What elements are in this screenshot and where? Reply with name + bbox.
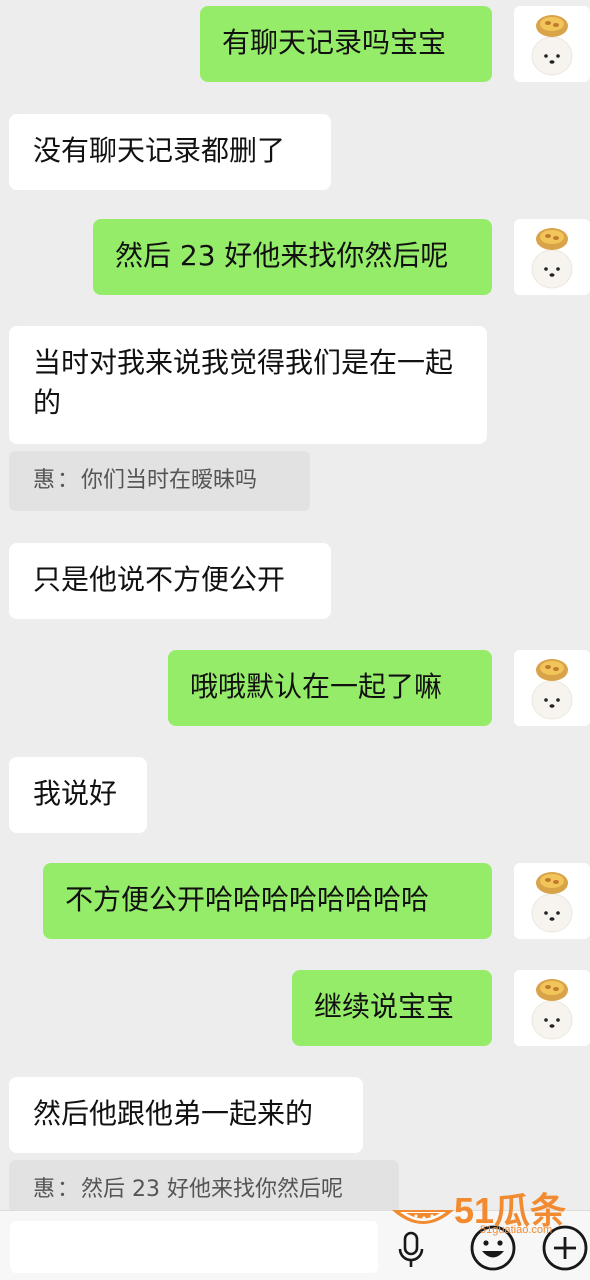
quoted-message[interactable]: 惠：然后 23 好他来找你然后呢 bbox=[9, 1160, 399, 1210]
message-text: 只是他说不方便公开 bbox=[33, 563, 286, 596]
message-text: 然后他跟他弟一起来的 bbox=[33, 1097, 314, 1130]
dog-avatar-icon bbox=[514, 650, 590, 726]
quote-separator: ： bbox=[57, 468, 80, 493]
message-bubble-incoming[interactable]: 没有聊天记录都删了 bbox=[9, 114, 331, 190]
quote-text: 你们当时在暧昧吗 bbox=[81, 468, 258, 493]
quote-text: 然后 23 好他来找你然后呢 bbox=[81, 1177, 344, 1202]
quoted-message[interactable]: 惠：你们当时在暧昧吗 bbox=[9, 451, 310, 511]
message-text: 哦哦默认在一起了嘛 bbox=[190, 670, 443, 703]
message-bubble-outgoing[interactable]: 继续说宝宝 bbox=[292, 970, 492, 1046]
message-text: 当时对我来说我觉得我们是在一起的 bbox=[33, 346, 454, 419]
message-bubble-outgoing[interactable]: 有聊天记录吗宝宝 bbox=[200, 6, 492, 82]
chat-area[interactable]: 有聊天记录吗宝宝 没有聊天记录都删了 然后 23 好他来找你然后呢 当时对我来说… bbox=[0, 0, 590, 1210]
message-bubble-outgoing[interactable]: 哦哦默认在一起了嘛 bbox=[168, 650, 492, 726]
dog-avatar-icon bbox=[514, 970, 590, 1046]
avatar[interactable] bbox=[514, 219, 590, 295]
message-text: 我说好 bbox=[33, 777, 118, 810]
quote-sender: 惠 bbox=[33, 468, 56, 493]
message-text: 继续说宝宝 bbox=[314, 990, 455, 1023]
watermelon-logo-icon bbox=[392, 1210, 454, 1224]
watermark-domain: 51guatiao.com bbox=[480, 1224, 553, 1236]
message-text: 然后 23 好他来找你然后呢 bbox=[115, 239, 449, 272]
dog-avatar-icon bbox=[514, 6, 590, 82]
message-bubble-incoming[interactable]: 当时对我来说我觉得我们是在一起的 bbox=[9, 326, 487, 444]
message-bubble-incoming[interactable]: 只是他说不方便公开 bbox=[9, 543, 331, 619]
message-bubble-incoming[interactable]: 然后他跟他弟一起来的 bbox=[9, 1077, 363, 1153]
message-text: 有聊天记录吗宝宝 bbox=[222, 26, 447, 59]
message-bubble-incoming[interactable]: 我说好 bbox=[9, 757, 147, 833]
dog-avatar-icon bbox=[514, 863, 590, 939]
watermark: 51瓜条 51guatiao.com bbox=[388, 1180, 578, 1240]
avatar[interactable] bbox=[514, 970, 590, 1046]
message-bubble-outgoing[interactable]: 不方便公开哈哈哈哈哈哈哈哈 bbox=[43, 863, 492, 939]
message-input[interactable] bbox=[10, 1221, 378, 1273]
avatar[interactable] bbox=[514, 863, 590, 939]
dog-avatar-icon bbox=[514, 219, 590, 295]
message-text: 不方便公开哈哈哈哈哈哈哈哈 bbox=[65, 883, 430, 916]
avatar[interactable] bbox=[514, 6, 590, 82]
message-text: 没有聊天记录都删了 bbox=[33, 134, 286, 167]
message-bubble-outgoing[interactable]: 然后 23 好他来找你然后呢 bbox=[93, 219, 492, 295]
quote-separator: ： bbox=[57, 1177, 80, 1202]
quote-sender: 惠 bbox=[33, 1177, 56, 1202]
avatar[interactable] bbox=[514, 650, 590, 726]
